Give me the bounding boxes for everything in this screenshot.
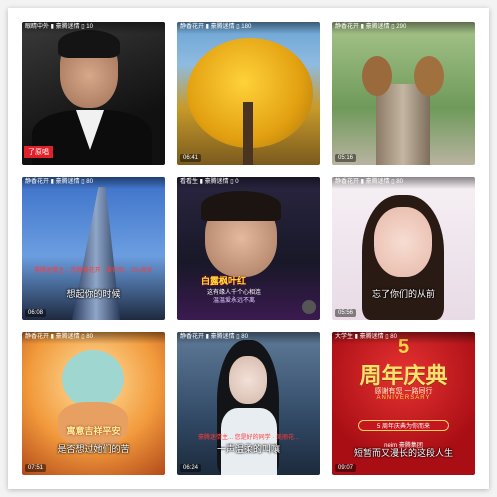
duration-label: 07:51	[25, 464, 47, 472]
tile-top-bar: 眼睛中外 ▮ 豪腾迷情 ▯ 10	[22, 22, 165, 34]
video-tile-9[interactable]: 5 周年庆典 感谢有您 一路同行 ANNIVERSARY 5 周年庆典为你而来 …	[332, 332, 475, 475]
tile-top-bar: 静香花开 ▮ 豪腾迷情 ▯ 80	[332, 177, 475, 189]
anniversary-english: ANNIVERSARY	[376, 395, 431, 401]
video-tile-3[interactable]: 静香花开 ▮ 豪腾迷情 ▯ 290 05:16	[332, 22, 475, 165]
lyric-caption: 忘了你们的从前	[371, 289, 435, 299]
duration-label: 06:41	[180, 154, 202, 162]
duration-label: 05:16	[335, 154, 357, 162]
video-tile-1[interactable]: 眼睛中外 ▮ 豪腾迷情 ▯ 10 了原唱	[22, 22, 165, 165]
tile-top-bar: 静香花开 ▮ 豪腾迷情 ▯ 80	[22, 332, 165, 344]
lyric-caption: 想起你的时候	[66, 289, 121, 299]
lyric-caption: 一声温柔的叫嚷	[216, 444, 280, 454]
caption-badge: 了原唱	[24, 146, 53, 158]
hair-shape	[58, 30, 120, 58]
video-tile-2[interactable]: 静香花开 ▮ 豪腾迷情 ▯ 180 06:41	[177, 22, 320, 165]
tile-top-bar: 静香花开 ▮ 豪腾迷情 ▯ 80	[22, 177, 165, 189]
video-tile-4[interactable]: 静香花开 ▮ 豪腾迷情 ▯ 80 豪腾迷情主... 您静香花开 · 爱你你...…	[22, 177, 165, 320]
face-shape	[374, 207, 432, 277]
tile-top-bar: 静香花开 ▮ 豪腾迷情 ▯ 290	[332, 22, 475, 34]
lyric-caption: 短暂而又漫长的这段人生	[353, 448, 453, 458]
tile-top-bar: 静香花开 ▮ 豪腾迷情 ▯ 80	[177, 332, 320, 344]
tile-top-bar: 看看生 ▮ 豪腾迷情 ▯ 0	[177, 177, 320, 189]
scrolling-text: 豪腾迷情主... 您静香花开 · 爱你你... 10+周岁	[34, 268, 153, 274]
tree-trunk-shape	[243, 102, 253, 165]
scrolling-text: 豪腾迷情主... 您是好的同学 · 美丽花...	[197, 435, 299, 441]
video-tile-5[interactable]: 看看生 ▮ 豪腾迷情 ▯ 0 白露枫叶红 这有缘人千个心相连 温温爱永远不离	[177, 177, 320, 320]
duration-label: 09:07	[335, 464, 357, 472]
duration-label: 06:24	[180, 464, 202, 472]
duration-label: 05:56	[335, 309, 357, 317]
lyric-caption: 是否想过她们的苦	[57, 444, 130, 454]
tile-top-bar: 静香花开 ▮ 豪腾迷情 ▯ 180	[177, 22, 320, 34]
tree-stump-shape	[376, 84, 430, 165]
duration-label: 06:08	[25, 309, 47, 317]
squirrel-right-shape	[414, 56, 444, 96]
face-shape	[229, 356, 267, 404]
blessing-text: 寓意吉祥平安	[66, 426, 121, 436]
gift-banner: 白露枫叶红	[201, 276, 247, 286]
character-head-shape	[62, 350, 124, 408]
video-tile-8[interactable]: 静香花开 ▮ 豪腾迷情 ▯ 80 豪腾迷情主... 您是好的同学 · 美丽花..…	[177, 332, 320, 475]
stream-subtitle-2: 温温爱永远不离	[213, 298, 256, 304]
anniversary-band: 5 周年庆典为你而来	[358, 420, 449, 431]
menu-icon[interactable]	[302, 300, 316, 314]
photo-grid-card: 眼睛中外 ▮ 豪腾迷情 ▯ 10 了原唱 静香花开 ▮ 豪腾迷情 ▯ 180 0…	[8, 8, 489, 489]
hair-shape	[201, 191, 281, 221]
tile-top-bar: 大学生 ▮ 豪腾迷情 ▯ 80	[332, 332, 475, 344]
squirrel-left-shape	[362, 56, 392, 96]
video-tile-7[interactable]: 静香花开 ▮ 豪腾迷情 ▯ 80 寓意吉祥平安 是否想过她们的苦 07:51	[22, 332, 165, 475]
video-tile-6[interactable]: 静香花开 ▮ 豪腾迷情 ▯ 80 忘了你们的从前 05:56	[332, 177, 475, 320]
